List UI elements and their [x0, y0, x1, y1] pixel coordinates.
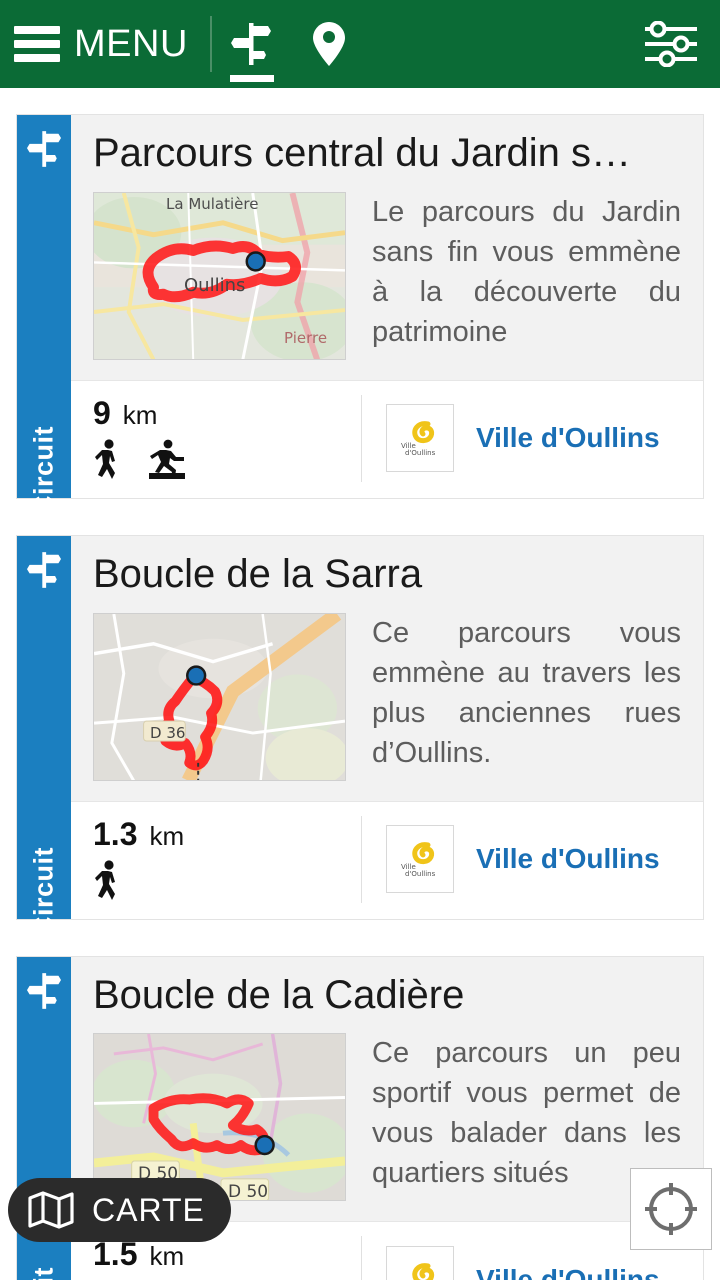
card-content: D 36 Ce parcours vous emmène au travers … [93, 612, 681, 781]
provider-logo: Ville d'Oullins [386, 1245, 454, 1280]
map-graphic [94, 613, 345, 780]
activity-icons [93, 859, 361, 903]
distance-unit: km [122, 399, 158, 430]
locate-me-button[interactable] [630, 1168, 712, 1250]
crosshair-locate-icon [645, 1183, 697, 1235]
walking-icon [95, 859, 115, 900]
svg-text:d'Oullins: d'Oullins [405, 449, 436, 457]
sliders-settings-icon [645, 21, 697, 67]
tab-circuits[interactable] [212, 0, 290, 88]
ville-doullins-logo: Ville d'Oullins [392, 831, 448, 888]
route-map-thumbnail[interactable]: La Mulatière Oullins Pierre [93, 191, 346, 360]
card-rail-label: Circuit [29, 1267, 60, 1280]
card-stats: 1.3 km [93, 816, 361, 903]
app-header: MENU [0, 0, 720, 88]
list-item[interactable]: Circuit Boucle de la Sarra D 36 Ce parco… [16, 534, 704, 936]
provider-block[interactable]: Ville d'Oullins Ville d'Oullins [386, 825, 660, 894]
map-view-label: CARTE [92, 1191, 205, 1228]
trail-running-icon [149, 439, 185, 479]
svg-text:d'Oullins: d'Oullins [405, 870, 436, 878]
card-content: D 50 D 50 Ce parcours un peu sportif vou… [93, 1033, 681, 1202]
hamburger-menu-icon[interactable] [14, 26, 60, 62]
card-rail: Circuit [17, 115, 71, 515]
card-footer: 1.3 km Ville d'Oullins Ville d'Oullins [71, 800, 703, 919]
map-graphic [94, 1034, 345, 1201]
map-label: Pierre [284, 328, 328, 347]
provider-name[interactable]: Ville d'Oullins [476, 1264, 660, 1280]
card-content: La Mulatière Oullins Pierre Le parcours … [93, 191, 681, 360]
menu-label[interactable]: MENU [74, 25, 188, 63]
provider-block[interactable]: Ville d'Oullins Ville d'Oullins [386, 404, 660, 473]
distance-row: 1.3 km [93, 816, 361, 853]
route-map-thumbnail[interactable]: D 36 [93, 612, 346, 781]
footer-separator [361, 394, 362, 482]
map-view-button[interactable]: CARTE [8, 1178, 231, 1242]
footer-separator [361, 815, 362, 903]
tab-points-of-interest[interactable] [290, 0, 368, 88]
map-label: Oullins [184, 274, 246, 296]
distance-unit: km [149, 820, 185, 851]
card-main: Boucle de la Sarra D 36 Ce parcours vous… [71, 536, 703, 801]
signpost-icon [27, 972, 61, 1009]
card-footer: 9 km Ville d'Oullins Ville d'Oullins [71, 379, 703, 498]
distance-unit: km [149, 1241, 185, 1272]
provider-logo: Ville d'Oullins [386, 825, 454, 894]
distance-value: 9 [93, 394, 111, 431]
card-title: Boucle de la Cadière [93, 972, 465, 1017]
app-root: MENU Circuit Parcours central du Jardin … [0, 0, 720, 1280]
card-stats: 1.5 km [93, 1236, 361, 1280]
card-stats: 9 km [93, 395, 361, 482]
card-body: Parcours central du Jardin s… La Mulatiè… [71, 115, 703, 498]
map-label: D 36 [150, 723, 186, 742]
card-title: Parcours central du Jardin s… [93, 131, 632, 175]
card-main: Parcours central du Jardin s… La Mulatiè… [71, 115, 703, 380]
map-pin-icon [312, 22, 345, 66]
footer-separator [361, 1236, 362, 1280]
ville-doullins-logo: Ville d'Oullins [392, 1251, 448, 1280]
circuit-list[interactable]: Circuit Parcours central du Jardin s… La… [0, 88, 720, 1280]
settings-filter-button[interactable] [636, 0, 706, 88]
list-item[interactable]: Circuit Parcours central du Jardin s… La… [16, 114, 704, 515]
activity-icons [93, 438, 361, 482]
walking-icon [95, 439, 115, 479]
provider-block[interactable]: Ville d'Oullins Ville d'Oullins [386, 1245, 660, 1280]
card-title: Boucle de la Sarra [93, 551, 423, 596]
distance-value: 1.3 [93, 815, 138, 852]
card-description: Le parcours du Jardin sans fin vous emmè… [372, 195, 681, 348]
card-rail-label: Circuit [28, 846, 59, 936]
provider-logo: Ville d'Oullins [386, 404, 454, 473]
ville-doullins-logo: Ville d'Oullins [392, 410, 448, 467]
route-map-thumbnail[interactable]: D 50 D 50 [93, 1033, 346, 1202]
map-label: D 50 [228, 1182, 269, 1202]
provider-name[interactable]: Ville d'Oullins [476, 843, 660, 875]
card-description: Ce parcours vous emmène au travers les p… [372, 616, 681, 769]
signpost-icon [27, 551, 61, 588]
signpost-icon [230, 23, 271, 65]
provider-name[interactable]: Ville d'Oullins [476, 422, 660, 454]
card-rail: Circuit [17, 535, 71, 936]
card-rail-label: Circuit [28, 425, 59, 515]
map-folded-icon [28, 1191, 74, 1229]
card-body: Boucle de la Sarra D 36 Ce parcours vous… [71, 536, 703, 919]
distance-row: 9 km [93, 395, 361, 432]
map-label: La Mulatière [166, 194, 259, 213]
signpost-icon [27, 131, 61, 167]
